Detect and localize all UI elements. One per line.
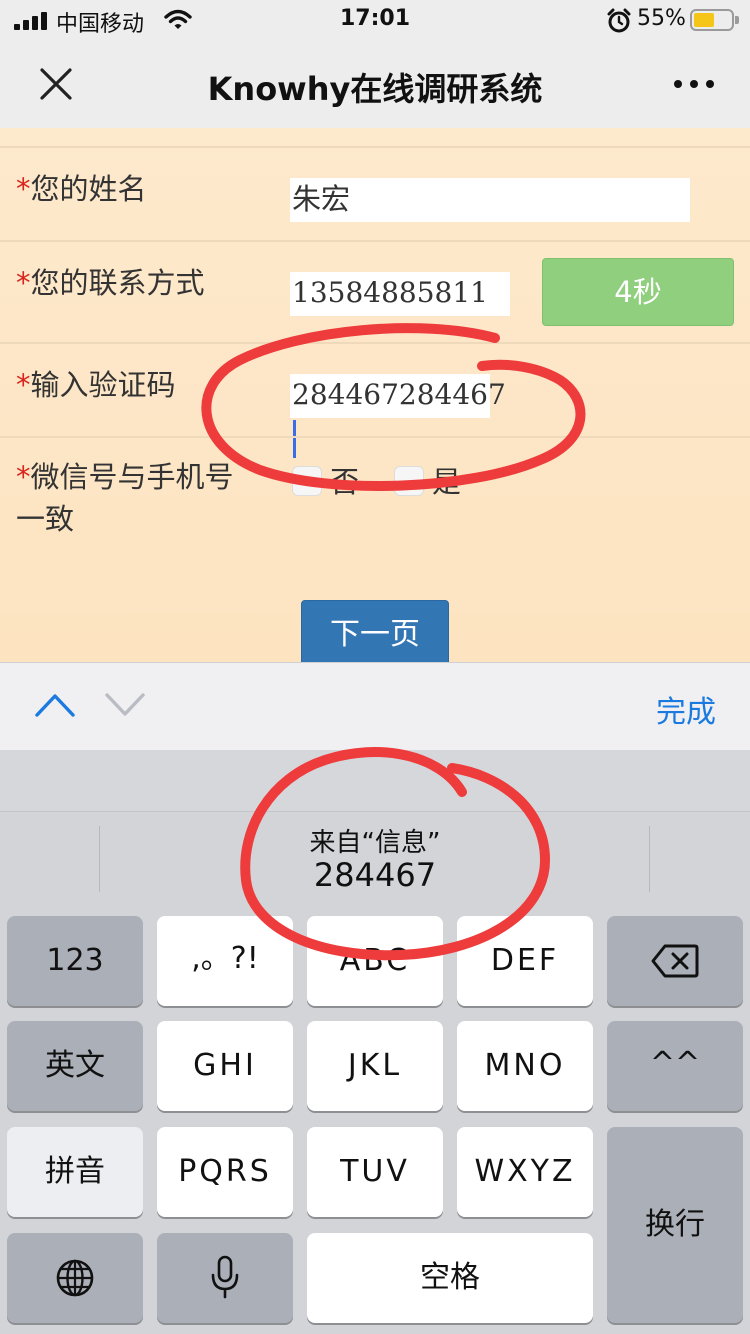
verify-row: *输入验证码 284467284467 — [0, 342, 750, 458]
key-punctuation[interactable]: ,。?! — [157, 916, 293, 1006]
radio-no-label: 否 — [330, 465, 360, 499]
chevron-down-icon[interactable] — [104, 691, 146, 719]
contact-label: *您的联系方式 — [16, 266, 205, 300]
verify-code-input[interactable]: 284467284467 — [290, 374, 506, 458]
key-123[interactable]: 123 — [7, 916, 143, 1006]
name-input[interactable]: 朱宏 — [290, 178, 690, 222]
key-abc[interactable]: ABC — [307, 916, 443, 1006]
key-return[interactable]: 换行 — [607, 1127, 743, 1323]
suggestion-code: 284467 — [313, 856, 437, 894]
battery-level — [694, 13, 714, 27]
battery-percent: 55% — [637, 6, 686, 31]
key-pinyin[interactable]: 拼音 — [7, 1127, 143, 1217]
key-microphone[interactable] — [157, 1233, 293, 1323]
nav-bar: Knowhy在线调研系统 — [0, 42, 750, 128]
suggestion-source: 来自“信息” — [309, 828, 441, 858]
next-page-button[interactable]: 下一页 — [301, 600, 449, 662]
keyboard: 来自“信息” 284467 123 ,。?! ABC DEF 英文 GHI JK… — [0, 750, 750, 1334]
keyboard-accessory-bar: 完成 — [0, 662, 750, 750]
radio-no[interactable] — [292, 466, 322, 496]
name-label: *您的姓名 — [16, 172, 147, 206]
candidate-strip — [0, 750, 750, 812]
chevron-up-icon[interactable] — [34, 691, 76, 719]
battery-icon — [690, 9, 739, 31]
key-backspace[interactable] — [607, 916, 743, 1006]
radio-yes-label: 是 — [432, 465, 462, 499]
key-def[interactable]: DEF — [457, 916, 593, 1006]
backspace-icon — [651, 944, 699, 978]
phone-input[interactable]: 13584885811 — [290, 272, 510, 316]
page-title: Knowhy在线调研系统 — [207, 70, 543, 108]
radio-yes[interactable] — [394, 466, 424, 496]
key-globe[interactable] — [7, 1233, 143, 1323]
globe-icon — [56, 1259, 94, 1297]
key-wxyz[interactable]: WXYZ — [457, 1127, 593, 1217]
survey-form: *您的姓名 朱宏 *您的联系方式 13584885811 4秒 *输入验证码 2… — [0, 128, 750, 662]
key-ghi[interactable]: GHI — [157, 1021, 293, 1111]
send-code-button[interactable]: 4秒 — [542, 258, 734, 326]
key-tuv[interactable]: TUV — [307, 1127, 443, 1217]
verify-label: *输入验证码 — [16, 368, 176, 402]
more-icon[interactable] — [674, 80, 714, 90]
done-button[interactable]: 完成 — [656, 687, 716, 731]
microphone-icon — [211, 1255, 239, 1299]
name-row: *您的姓名 朱宏 — [0, 146, 750, 242]
key-mno[interactable]: MNO — [457, 1021, 593, 1111]
key-english[interactable]: 英文 — [7, 1021, 143, 1111]
key-pqrs[interactable]: PQRS — [157, 1127, 293, 1217]
wechat-row: *微信号与手机号 一致 — [0, 436, 750, 576]
alarm-icon — [607, 8, 631, 33]
wechat-label: *微信号与手机号 一致 — [16, 460, 234, 536]
key-emoticon[interactable]: ^^ — [607, 1021, 743, 1111]
key-jkl[interactable]: JKL — [307, 1021, 443, 1111]
status-bar: 中国移动 17:01 55% — [0, 0, 750, 42]
key-space[interactable]: 空格 — [307, 1233, 593, 1323]
